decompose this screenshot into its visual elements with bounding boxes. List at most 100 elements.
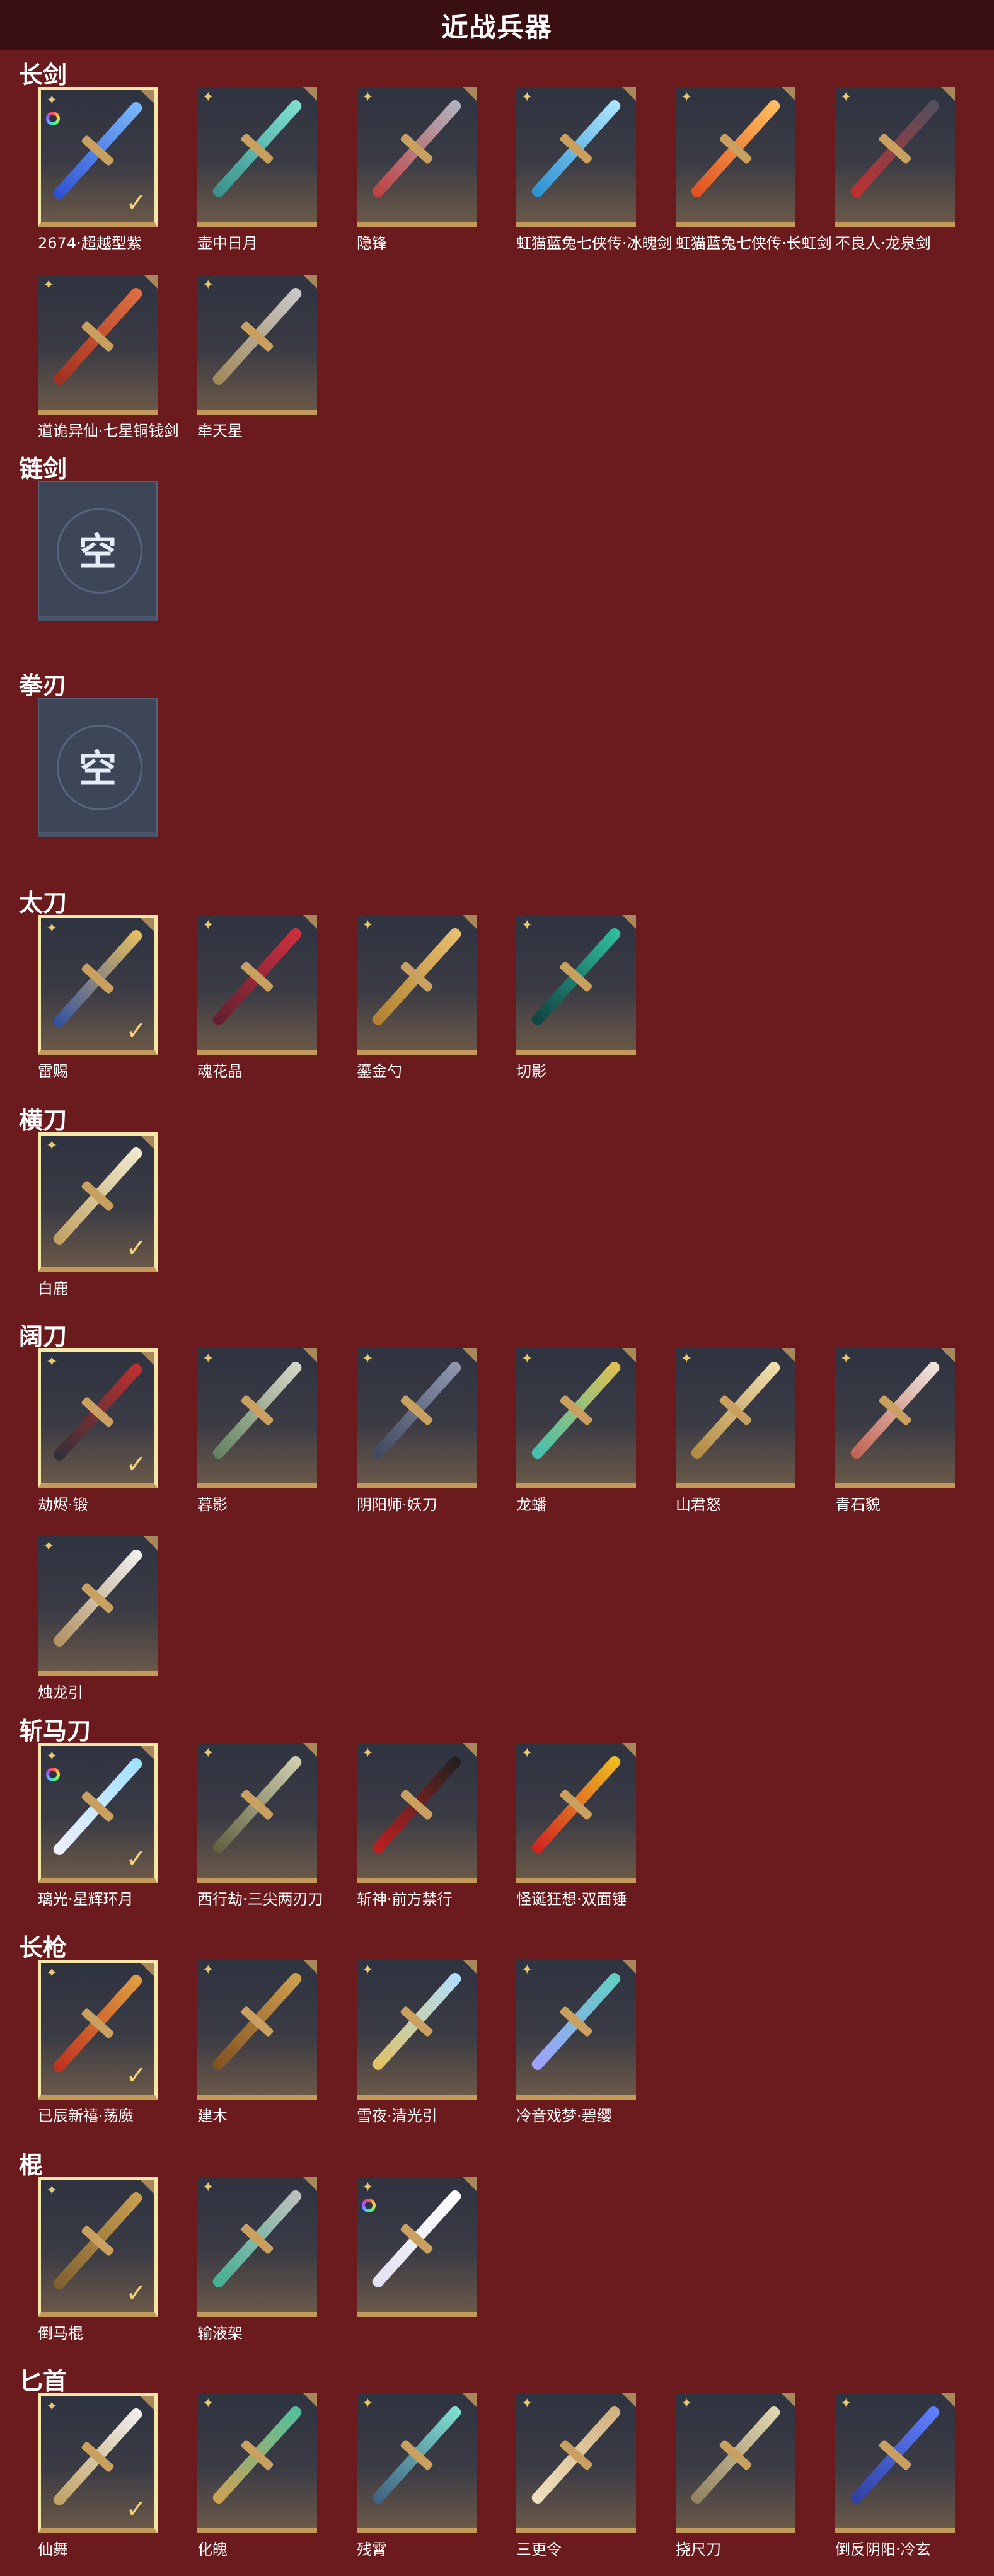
section-title: 长枪 (19, 1934, 67, 1962)
weapon-thumbnail[interactable]: 空 (38, 698, 158, 837)
weapon-card[interactable]: ✦ ✓ 雷赐 (38, 915, 158, 1081)
weapon-thumbnail[interactable]: ✦ ✓ (38, 915, 158, 1055)
weapon-card[interactable]: ✦ 不良人·龙泉剑 (835, 87, 955, 253)
weapon-thumbnail[interactable]: ✦ (197, 2393, 317, 2533)
weapon-thumbnail[interactable]: ✦ (676, 2393, 795, 2533)
weapon-card[interactable]: ✦ 鎏金勺 (357, 915, 477, 1081)
check-icon: ✓ (125, 188, 147, 217)
weapon-thumbnail[interactable]: ✦ (197, 275, 317, 415)
weapon-card[interactable]: ✦ 牵天星 (197, 275, 317, 440)
weapon-card[interactable]: ✦ 隐锋 (357, 87, 477, 253)
weapon-name: 斩神·前方禁行 (357, 1890, 453, 1908)
weapon-card[interactable]: ✦ 虹猫蓝兔七侠传·长虹剑 (676, 87, 832, 253)
weapon-card[interactable]: ✦ 龙蟠 (516, 1348, 636, 1514)
weapon-thumbnail[interactable]: ✦ (197, 1960, 317, 2100)
weapon-thumbnail[interactable]: 空 (38, 481, 158, 621)
weapon-card[interactable]: ✦ ✓ 2674·超越型紫 (38, 87, 158, 253)
weapon-thumbnail[interactable]: ✦ ✓ (38, 2177, 158, 2317)
weapon-thumbnail[interactable]: ✦ ✓ (38, 1960, 158, 2100)
weapon-card[interactable]: ✦ 山君怒 (676, 1348, 795, 1514)
weapon-card[interactable]: ✦ 斩神·前方禁行 (357, 1743, 477, 1909)
weapon-name: 烛龙引 (38, 1684, 83, 1701)
weapon-thumbnail[interactable]: ✦ (357, 1743, 477, 1883)
weapon-card[interactable]: ✦ 输液架 (197, 2177, 317, 2343)
weapon-card[interactable]: ✦ ✓ 已辰新禧·荡魔 (38, 1960, 158, 2125)
weapon-card[interactable]: ✦ 切影 (516, 915, 636, 1081)
weapon-thumbnail[interactable]: ✦ (197, 1348, 317, 1488)
weapon-card[interactable]: ✦ 冷音戏梦·碧缨 (516, 1960, 636, 2125)
weapon-name: 2674·超越型紫 (38, 234, 142, 252)
weapon-thumbnail[interactable]: ✦ (676, 1348, 795, 1488)
weapon-card[interactable]: ✦ 化魄 (197, 2393, 317, 2559)
weapon-card[interactable]: ✦ 西行劫·三尖两刃刀 (197, 1743, 323, 1909)
check-icon: ✓ (125, 2495, 147, 2524)
weapon-thumbnail[interactable]: ✦ (197, 2177, 317, 2317)
star-icon: ✦ (46, 1749, 58, 1764)
star-icon: ✦ (521, 1745, 533, 1761)
weapon-card[interactable]: ✦ 暮影 (197, 1348, 317, 1514)
weapon-thumbnail[interactable]: ✦ (197, 1743, 317, 1883)
weapon-card[interactable]: ✦ 挠尺刀 (676, 2393, 795, 2559)
weapon-thumbnail[interactable]: ✦ ✓ (38, 1348, 158, 1488)
weapon-thumbnail[interactable]: ✦ (38, 275, 158, 415)
weapon-thumbnail[interactable]: ✦ (357, 915, 477, 1055)
weapon-thumbnail[interactable]: ✦ (676, 87, 795, 227)
weapon-thumbnail[interactable]: ✦ (516, 87, 636, 227)
weapon-thumbnail[interactable]: ✦ (357, 1960, 477, 2100)
weapon-thumbnail[interactable]: ✦ (516, 1743, 636, 1883)
star-icon: ✦ (202, 917, 214, 933)
weapon-card[interactable]: ✦ ✓ 劫烬·锻 (38, 1348, 158, 1514)
weapon-card[interactable]: ✦ ✓ 倒马棍 (38, 2177, 158, 2343)
empty-slot[interactable]: 空 (38, 698, 158, 841)
weapon-thumbnail[interactable]: ✦ (835, 87, 955, 227)
page-title: 近战兵器 (441, 11, 553, 43)
weapon-card[interactable]: ✦ ✓ 白鹿 (38, 1132, 158, 1298)
weapon-card[interactable]: ✦ ✓ 璃光·星辉环月 (38, 1743, 158, 1909)
weapon-card[interactable]: ✦ 建木 (197, 1960, 317, 2125)
weapon-card[interactable]: ✦ 烛龙引 (38, 1536, 158, 1702)
weapon-thumbnail[interactable]: ✦ (516, 2393, 636, 2533)
weapon-thumbnail[interactable]: ✦ (357, 2177, 477, 2317)
weapon-card[interactable]: ✦ 阴阳师·妖刀 (357, 1348, 477, 1514)
weapon-card[interactable]: ✦ (357, 2177, 477, 2321)
weapon-card[interactable]: ✦ 倒反阴阳·冷玄 (835, 2393, 955, 2559)
weapon-thumbnail[interactable]: ✦ (835, 1348, 955, 1488)
weapon-thumbnail[interactable]: ✦ ✓ (38, 1132, 158, 1272)
weapon-card[interactable]: ✦ 三更令 (516, 2393, 636, 2559)
weapon-thumbnail[interactable]: ✦ ✓ (38, 1743, 158, 1883)
weapon-thumbnail[interactable]: ✦ (38, 1536, 158, 1676)
star-icon: ✦ (362, 89, 374, 105)
corner-tag-icon (622, 87, 636, 101)
weapon-card[interactable]: ✦ 残霄 (357, 2393, 477, 2559)
weapon-card[interactable]: ✦ ✓ 仙舞 (38, 2393, 158, 2559)
weapon-thumbnail[interactable]: ✦ (835, 2393, 955, 2533)
weapon-thumbnail[interactable]: ✦ (357, 87, 477, 227)
star-icon: ✦ (362, 1351, 374, 1367)
check-icon: ✓ (125, 2061, 147, 2090)
weapon-name: 魂花晶 (197, 1062, 243, 1080)
weapon-card[interactable]: ✦ 青石貌 (835, 1348, 955, 1514)
weapon-thumbnail[interactable]: ✦ (197, 915, 317, 1055)
corner-tag-icon (141, 1136, 154, 1149)
weapon-card[interactable]: ✦ 虹猫蓝兔七侠传·冰魄剑 (516, 87, 673, 253)
empty-slot[interactable]: 空 (38, 481, 158, 624)
weapon-thumbnail[interactable]: ✦ (516, 1960, 636, 2100)
weapon-thumbnail[interactable]: ✦ (516, 915, 636, 1055)
weapon-thumbnail[interactable]: ✦ ✓ (38, 87, 158, 227)
weapon-thumbnail[interactable]: ✦ (357, 1348, 477, 1488)
weapon-thumbnail[interactable]: ✦ (357, 2393, 477, 2533)
weapon-thumbnail[interactable]: ✦ (516, 1348, 636, 1488)
weapon-name: 切影 (516, 1062, 546, 1080)
weapon-card[interactable]: ✦ 怪诞狂想·双面锤 (516, 1743, 636, 1909)
weapon-card[interactable]: ✦ 壶中日月 (197, 87, 317, 253)
weapon-name: 壶中日月 (197, 234, 258, 252)
section-title: 阔刀 (19, 1323, 67, 1350)
weapon-card[interactable]: ✦ 道诡异仙·七星铜钱剑 (38, 275, 179, 440)
weapon-name: 隐锋 (357, 234, 387, 252)
weapon-thumbnail[interactable]: ✦ (197, 87, 317, 227)
corner-tag-icon (622, 915, 636, 929)
weapon-card[interactable]: ✦ 魂花晶 (197, 915, 317, 1081)
section-title: 棍 (19, 2151, 43, 2179)
weapon-card[interactable]: ✦ 雪夜·清光引 (357, 1960, 477, 2125)
weapon-thumbnail[interactable]: ✦ ✓ (38, 2393, 158, 2533)
